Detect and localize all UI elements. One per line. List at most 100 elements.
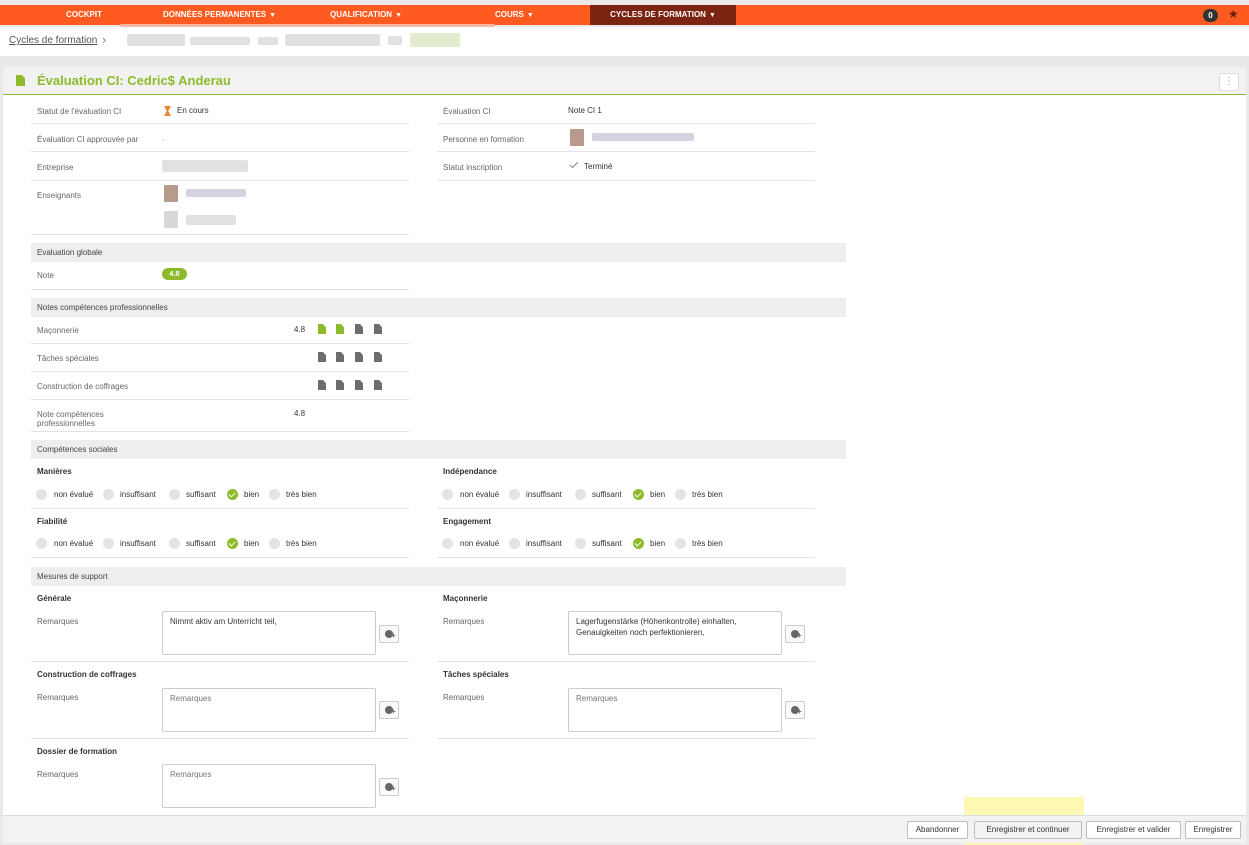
redacted-text: [285, 34, 380, 46]
radio-non-evalue[interactable]: [442, 489, 453, 500]
divider: [31, 123, 409, 124]
evaluation-label: Évaluation CI: [443, 107, 491, 116]
chevron-down-icon: ▼: [395, 12, 403, 19]
section-mesures-de-support: Mesures de support: [31, 567, 846, 586]
chevron-down-icon: ▼: [708, 12, 716, 19]
radio-label: suffisant: [592, 490, 622, 499]
nav-qualification[interactable]: QUALIFICATION ▼: [330, 5, 402, 25]
radio-bien[interactable]: [633, 538, 644, 549]
radio-tres-bien[interactable]: [675, 489, 686, 500]
radio-tres-bien[interactable]: [675, 538, 686, 549]
save-button[interactable]: Enregistrer: [1185, 821, 1241, 839]
inscription-value: Terminé: [584, 162, 613, 171]
radio-bien[interactable]: [227, 538, 238, 549]
remarques-label: Remarques: [443, 693, 485, 702]
radio-insuffisant[interactable]: [509, 489, 520, 500]
divider: [437, 557, 815, 558]
divider: [437, 508, 815, 509]
nav-cycles-label: CYCLES DE FORMATION: [610, 10, 706, 19]
support-title-maconnerie: Maçonnerie: [443, 594, 488, 603]
chevron-down-icon: ▼: [526, 12, 534, 19]
more-options-button[interactable]: ⋮: [1219, 73, 1239, 91]
radio-suffisant[interactable]: [169, 489, 180, 500]
notification-badge[interactable]: 0: [1203, 9, 1218, 22]
remarques-textarea-maconnerie[interactable]: Lagerfugenstärke (Höhenkontrolle) einhal…: [568, 611, 782, 655]
divider: [31, 738, 409, 739]
nav-cours[interactable]: COURS ▼: [495, 5, 534, 25]
radio-suffisant[interactable]: [169, 538, 180, 549]
divider: [31, 289, 409, 290]
radio-non-evalue[interactable]: [36, 538, 47, 549]
radio-label: suffisant: [186, 539, 216, 548]
add-info-icon[interactable]: [785, 701, 805, 719]
radio-bien[interactable]: [227, 489, 238, 500]
save-and-validate-button[interactable]: Enregistrer et valider: [1086, 821, 1181, 839]
radio-non-evalue[interactable]: [36, 489, 47, 500]
top-navigation: COCKPIT DONNÉES PERMANENTES ▼ QUALIFICATI…: [0, 5, 1249, 25]
remarques-textarea-taches-speciales[interactable]: [568, 688, 782, 732]
redacted-teacher: [186, 215, 236, 225]
remarques-label: Remarques: [37, 617, 79, 626]
radio-tres-bien[interactable]: [269, 538, 280, 549]
divider: [31, 399, 409, 400]
radio-label: insuffisant: [526, 490, 562, 499]
remarques-label: Remarques: [443, 617, 485, 626]
nav-cockpit[interactable]: COCKPIT: [66, 5, 102, 25]
nav-cours-label: COURS: [495, 10, 524, 19]
radio-suffisant[interactable]: [575, 489, 586, 500]
section-title: Mesures de support: [37, 572, 108, 581]
divider: [437, 151, 815, 152]
redacted-teacher: [186, 189, 246, 197]
divider: [31, 343, 409, 344]
group-title-engagement: Engagement: [443, 517, 492, 526]
abandonner-button[interactable]: Abandonner: [907, 821, 968, 839]
divider: [31, 151, 409, 152]
save-and-continue-button[interactable]: Enregistrer et continuer: [974, 821, 1082, 839]
section-title: Notes compétences professionnelles: [37, 303, 168, 312]
personne-label: Personne en formation: [443, 135, 524, 144]
divider: [31, 180, 409, 181]
radio-label: non évalué: [54, 490, 94, 499]
evaluation-value: Note CI 1: [568, 106, 602, 115]
avatar: [570, 129, 584, 146]
divider: [31, 234, 409, 235]
document-icon: [16, 75, 25, 86]
enseignants-label: Enseignants: [37, 191, 82, 200]
favorite-star-icon[interactable]: ★: [1228, 7, 1239, 21]
group-title-fiabilite: Fiabilité: [37, 517, 68, 526]
radio-bien[interactable]: [633, 489, 644, 500]
add-info-icon[interactable]: [379, 778, 399, 796]
note-label: Note: [37, 271, 54, 280]
breadcrumb-cycles-de-formation[interactable]: Cycles de formation: [9, 35, 97, 46]
radio-insuffisant[interactable]: [509, 538, 520, 549]
redacted-text: [410, 33, 460, 47]
divider: [437, 661, 815, 662]
section-title: Evaluation globale: [37, 248, 103, 257]
nav-donnees-permanentes[interactable]: DONNÉES PERMANENTES ▼: [163, 5, 276, 25]
breadcrumb: Cycles de formation ›: [0, 27, 1249, 56]
statut-label: Statut de l'évaluation CI: [37, 107, 122, 116]
avatar: [164, 211, 178, 228]
radio-tres-bien[interactable]: [269, 489, 280, 500]
radio-insuffisant[interactable]: [103, 489, 114, 500]
add-info-icon[interactable]: [379, 701, 399, 719]
divider: [31, 371, 409, 372]
radio-label: bien: [650, 490, 666, 499]
add-info-icon[interactable]: [379, 625, 399, 643]
remarques-label: Remarques: [37, 693, 79, 702]
radio-label: suffisant: [592, 539, 622, 548]
redacted-text: [190, 37, 250, 45]
remarques-textarea-dossier[interactable]: [162, 764, 376, 808]
note-badge: 4.8: [162, 268, 187, 280]
pro-row-label: Construction de coffrages: [37, 382, 129, 391]
remarques-textarea-coffrages[interactable]: [162, 688, 376, 732]
radio-suffisant[interactable]: [575, 538, 586, 549]
nav-cycles-de-formation[interactable]: CYCLES DE FORMATION ▼: [590, 5, 736, 25]
nav-donnees-label: DONNÉES PERMANENTES: [163, 10, 267, 19]
radio-insuffisant[interactable]: [103, 538, 114, 549]
radio-non-evalue[interactable]: [442, 538, 453, 549]
add-info-icon[interactable]: [785, 625, 805, 643]
pro-row-value: 4.8: [294, 325, 306, 334]
avatar: [164, 185, 178, 202]
remarques-textarea-generale[interactable]: Nimmt aktiv am Unterricht teil,: [162, 611, 376, 655]
